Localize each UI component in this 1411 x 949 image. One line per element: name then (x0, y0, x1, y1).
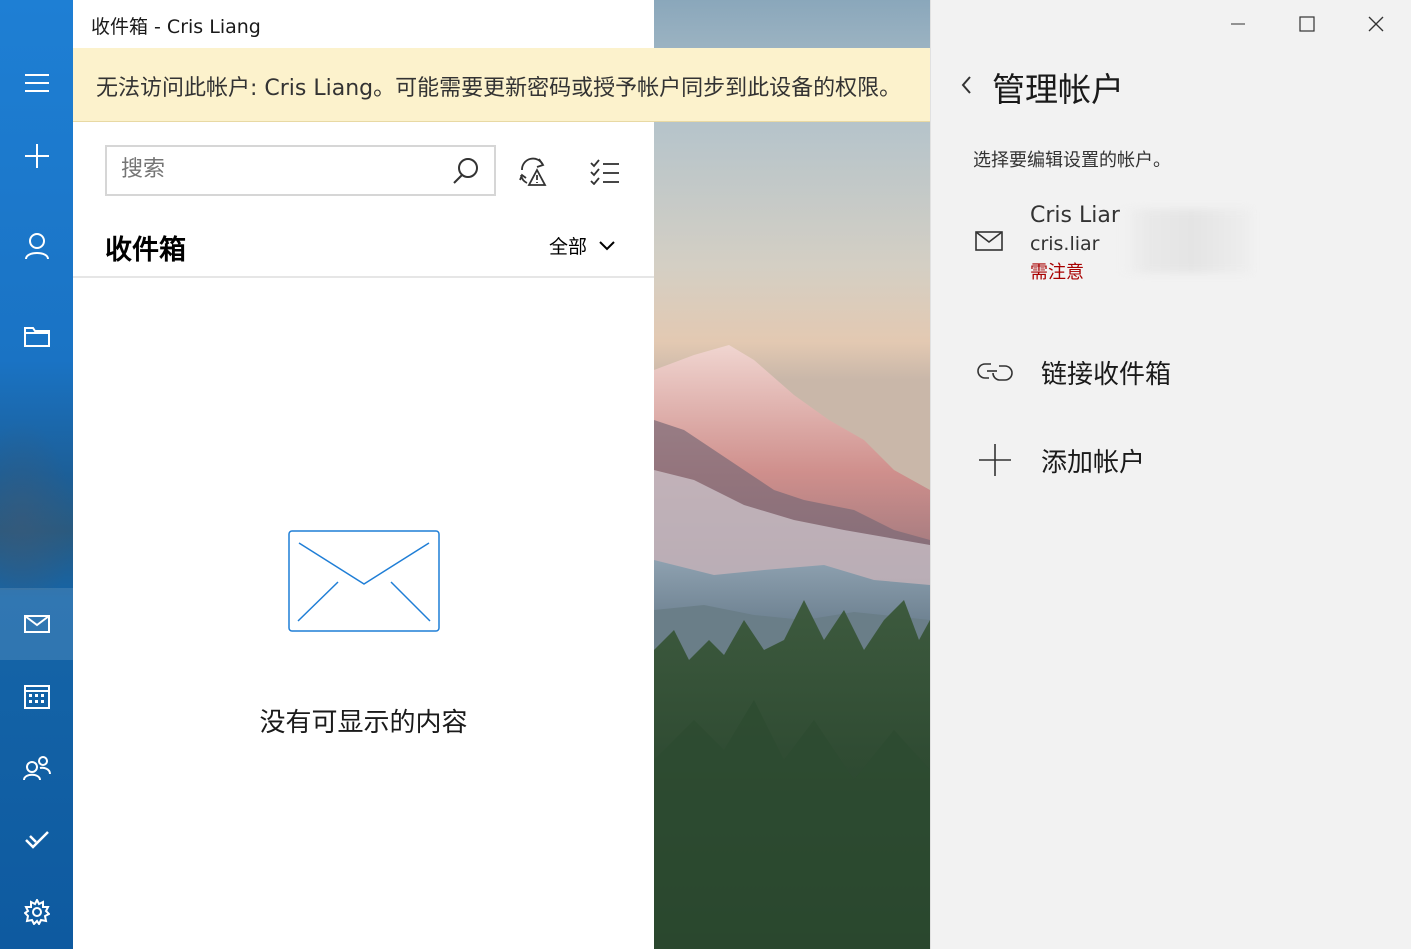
filter-dropdown[interactable]: 全部 (549, 232, 615, 259)
close-button[interactable] (1341, 0, 1410, 48)
plus-icon (979, 444, 1011, 476)
people-icon (22, 756, 51, 781)
folders-button[interactable] (0, 300, 73, 372)
account-email: cris.liar (1030, 233, 1100, 255)
panel-title: 管理帐户 (992, 70, 1124, 109)
calendar-nav-button[interactable] (0, 660, 73, 732)
new-mail-plus-icon (24, 144, 49, 168)
mail-nav-button[interactable] (0, 588, 73, 660)
new-mail-button[interactable] (0, 120, 73, 192)
redaction-blur (1121, 209, 1251, 273)
window-title: 收件箱 - Cris Liang (91, 16, 261, 38)
banner-message: 无法访问此帐户: Cris Liang。可能需要更新密码或授予帐户同步到此设备的… (96, 76, 902, 101)
maximize-icon (1298, 16, 1315, 32)
sync-warning-icon (519, 157, 547, 186)
minimize-button[interactable] (1203, 0, 1272, 48)
settings-nav-button[interactable] (0, 876, 73, 948)
people-nav-button[interactable] (0, 732, 73, 804)
account-warning-banner[interactable]: 无法访问此帐户: Cris Liang。可能需要更新密码或授予帐户同步到此设备的… (73, 48, 930, 122)
add-account-button[interactable]: 添加帐户 (975, 435, 1395, 485)
accounts-person-icon (24, 233, 49, 260)
title-bar: 收件箱 - Cris Liang (73, 0, 654, 48)
chevron-down-icon (599, 240, 615, 250)
back-button[interactable] (951, 70, 981, 100)
accounts-button[interactable] (0, 210, 73, 282)
manage-accounts-panel: 管理帐户 选择要编辑设置的帐户。 Cris Liar cris.liar 需注意… (930, 0, 1411, 949)
sync-button[interactable] (513, 152, 553, 192)
empty-inbox-envelope-icon (288, 530, 440, 632)
link-icon (977, 363, 1013, 381)
calendar-icon (23, 685, 50, 709)
nav-rail (0, 0, 73, 949)
folder-title: 收件箱 (105, 235, 186, 266)
add-account-label: 添加帐户 (1041, 447, 1146, 478)
filter-label: 全部 (549, 236, 588, 258)
link-inboxes-button[interactable]: 链接收件箱 (975, 347, 1395, 397)
mountain-forest-illustration (654, 345, 930, 949)
hamburger-menu-icon (24, 74, 49, 92)
account-entry[interactable]: Cris Liar cris.liar 需注意 (961, 195, 1381, 290)
rail-background-scenery (0, 420, 73, 590)
search-icon[interactable] (452, 157, 480, 185)
background-landscape-image (654, 0, 930, 949)
minimize-icon (1230, 23, 1245, 25)
settings-gear-icon (23, 899, 50, 925)
list-header-divider (73, 276, 654, 278)
empty-state-text: 没有可显示的内容 (259, 708, 468, 738)
message-list-pane: 收件箱 全部 没有可显示的内容 (73, 122, 654, 949)
hamburger-menu-button[interactable] (0, 47, 73, 119)
todo-check-icon (24, 831, 49, 849)
account-mail-icon (975, 231, 1003, 251)
link-inboxes-label: 链接收件箱 (1041, 359, 1172, 390)
mail-icon (23, 615, 50, 633)
account-name: Cris Liar (1030, 203, 1120, 228)
search-box[interactable] (105, 145, 496, 196)
account-status: 需注意 (1030, 262, 1084, 283)
search-input[interactable] (121, 157, 421, 182)
panel-subtitle: 选择要编辑设置的帐户。 (973, 150, 1171, 171)
selection-mode-button[interactable] (585, 152, 625, 192)
close-icon (1368, 16, 1383, 32)
todo-nav-button[interactable] (0, 804, 73, 876)
chevron-left-icon (961, 76, 971, 94)
folders-icon (23, 327, 50, 347)
checklist-icon (590, 159, 619, 185)
maximize-button[interactable] (1272, 0, 1341, 48)
